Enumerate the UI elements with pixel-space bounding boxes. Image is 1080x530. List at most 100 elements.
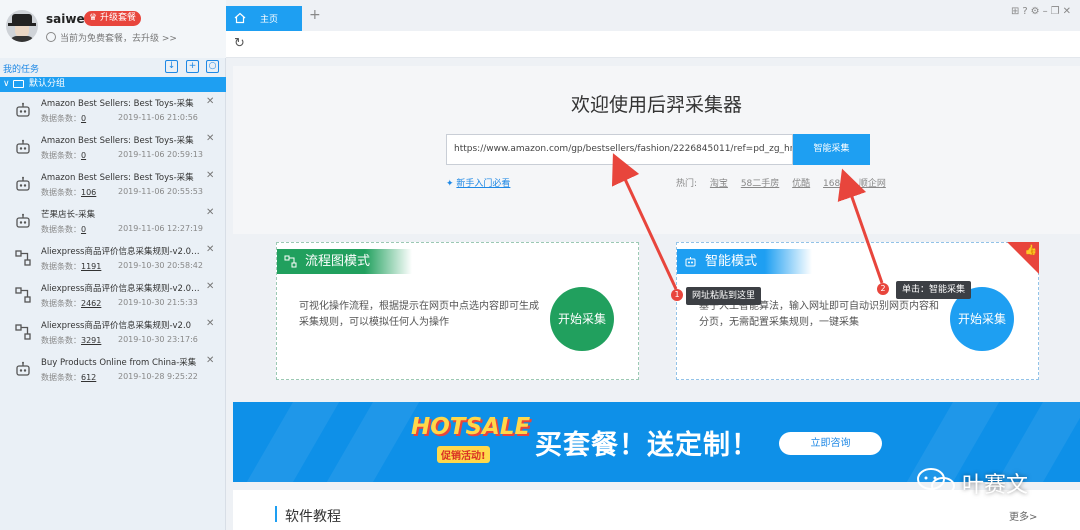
- clock-icon: [46, 32, 56, 42]
- close-icon[interactable]: ✕: [206, 96, 214, 107]
- flowchart-icon: [284, 255, 297, 268]
- close-icon[interactable]: ✕: [206, 170, 214, 181]
- page-title: 欢迎使用后羿采集器: [570, 94, 742, 116]
- task-count: 数据条数：3291: [41, 336, 102, 345]
- hot-link[interactable]: 顺企网: [859, 179, 886, 189]
- task-item[interactable]: Amazon Best Sellers: Best Toys-采集 数据条数：10…: [0, 167, 226, 204]
- chevron-down-icon: ∨: [3, 79, 10, 89]
- robot-icon: [16, 102, 30, 117]
- settings-icon[interactable]: ⚙: [1031, 6, 1043, 17]
- hot-links: 热门: 淘宝 58二手房 优酷 1688 顺企网: [676, 176, 896, 189]
- refresh-icon[interactable]: ↻: [234, 36, 245, 51]
- step-1-tooltip: 网址粘贴到这里: [686, 287, 762, 305]
- close-icon[interactable]: ✕: [1063, 6, 1074, 17]
- home-icon: [234, 12, 246, 24]
- minimize-icon[interactable]: –: [1043, 6, 1051, 17]
- group-default[interactable]: ∨ 默认分组: [0, 77, 226, 92]
- task-item[interactable]: Aliexpress商品评价信息采集规则-v2.0-艾露… 数据条数：1191 20…: [0, 241, 226, 278]
- tab-home[interactable]: 主页: [226, 6, 302, 31]
- hot-link[interactable]: 淘宝: [710, 179, 728, 189]
- smart-mode-title: 智能模式: [705, 254, 758, 269]
- hot-link[interactable]: 1688: [823, 179, 846, 189]
- close-icon[interactable]: ✕: [206, 133, 214, 144]
- close-icon[interactable]: ✕: [206, 244, 214, 255]
- task-date: 2019-10-30 23:17:6: [118, 335, 198, 344]
- smart-mode-tag: 智能模式: [677, 249, 812, 274]
- import-icon[interactable]: ↓: [165, 60, 178, 73]
- new-tab-button[interactable]: +: [309, 7, 321, 23]
- hotsale-sub: 促销活动!: [437, 446, 490, 463]
- task-name: 芒果店长-采集: [41, 210, 96, 220]
- close-icon[interactable]: ✕: [206, 207, 214, 218]
- flow-icon: [15, 324, 31, 340]
- hero-section: 欢迎使用后羿采集器 https://www.amazon.com/gp/best…: [233, 66, 1080, 234]
- task-item[interactable]: Amazon Best Sellers: Best Toys-采集 数据条数：0 2…: [0, 130, 226, 167]
- thumbs-up-icon: 👍: [1024, 245, 1037, 256]
- task-count: 数据条数：106: [41, 188, 97, 197]
- task-item[interactable]: Amazon Best Sellers: Best Toys-采集 数据条数：0 2…: [0, 93, 226, 130]
- hotsale-logo: HOTSALE 促销活动!: [411, 414, 530, 472]
- task-date: 2019-10-28 9:25:22: [118, 372, 198, 381]
- help-icon[interactable]: ?: [1022, 6, 1030, 17]
- folder-icon: [13, 80, 24, 88]
- restore-icon[interactable]: ❐: [1051, 6, 1063, 17]
- task-name: Amazon Best Sellers: Best Toys-采集: [41, 99, 194, 109]
- consult-button[interactable]: 立即咨询: [779, 432, 882, 455]
- close-icon[interactable]: ✕: [206, 281, 214, 292]
- flow-icon: [15, 250, 31, 266]
- close-icon[interactable]: ✕: [206, 318, 214, 329]
- flow-mode-title: 流程图模式: [305, 254, 371, 269]
- newbie-guide-label: 新手入门必看: [456, 179, 511, 189]
- user-panel: saiwen ♛ 升级套餐 当前为免费套餐，去升级 >>: [0, 0, 226, 58]
- robot-icon: [16, 176, 30, 191]
- plan-text: 当前为免费套餐，去升级 >>: [60, 34, 177, 44]
- task-count: 数据条数：1191: [41, 262, 102, 271]
- task-name: Aliexpress商品评价信息采集规则-v2.0-艾露…: [41, 247, 201, 257]
- robot-icon: [685, 257, 696, 267]
- task-date: 2019-11-06 20:55:53: [118, 187, 203, 196]
- task-name: Amazon Best Sellers: Best Toys-采集: [41, 173, 194, 183]
- section-bar: [275, 506, 277, 522]
- wechat-icon: [917, 468, 955, 495]
- task-date: 2019-10-30 21:5:33: [118, 298, 198, 307]
- task-name: Aliexpress商品评价信息采集规则-v2.0: [41, 321, 192, 331]
- hot-link[interactable]: 58二手房: [741, 179, 779, 189]
- avatar[interactable]: [6, 10, 38, 42]
- robot-icon: [16, 139, 30, 154]
- close-icon[interactable]: ✕: [206, 355, 214, 366]
- flow-start-button[interactable]: 开始采集: [550, 287, 614, 351]
- flow-icon: [15, 287, 31, 303]
- hotsale-text: HOTSALE: [411, 414, 531, 440]
- watermark-text: 叶赛文: [962, 473, 1029, 498]
- smart-collect-button[interactable]: 智能采集: [793, 134, 870, 165]
- task-item[interactable]: Aliexpress商品评价信息采集规则-v2.0-副本 数据条数：2462 201…: [0, 278, 226, 315]
- window-controls: ⊞?⚙–❐✕: [1011, 6, 1074, 17]
- upgrade-badge[interactable]: ♛ 升级套餐: [84, 11, 141, 26]
- sidebar: saiwen ♛ 升级套餐 当前为免费套餐，去升级 >> 我的任务 ↓ + ○ …: [0, 0, 226, 530]
- url-input[interactable]: https://www.amazon.com/gp/bestsellers/fa…: [446, 134, 793, 165]
- task-date: 2019-11-06 20:59:13: [118, 150, 203, 159]
- plan-link[interactable]: 当前为免费套餐，去升级 >>: [46, 31, 177, 44]
- watermark: 叶赛文: [916, 463, 1066, 499]
- task-date: 2019-11-06 21:0:56: [118, 113, 198, 122]
- tab-bar: 主页 + ⊞?⚙–❐✕: [226, 0, 1080, 31]
- more-link[interactable]: 更多>: [1009, 508, 1037, 523]
- task-item[interactable]: 芒果店长-采集 数据条数：0 2019-11-06 12:27:19 ✕: [0, 204, 226, 241]
- task-item[interactable]: Aliexpress商品评价信息采集规则-v2.0 数据条数：3291 2019-1…: [0, 315, 226, 352]
- task-count: 数据条数：0: [41, 114, 87, 123]
- smart-mode-card: 👍 智能模式 基于人工智能算法，输入网址即可自动识别网页内容和分页，无需配置采集…: [676, 242, 1039, 380]
- tab-home-label: 主页: [260, 15, 279, 25]
- gift-icon[interactable]: ⊞: [1011, 6, 1022, 17]
- add-task-icon[interactable]: +: [186, 60, 199, 73]
- address-bar: ↻: [226, 31, 1080, 58]
- newbie-guide-link[interactable]: ✦ 新手入门必看: [446, 176, 510, 189]
- search-task-icon[interactable]: ○: [206, 60, 219, 73]
- task-item[interactable]: Buy Products Online from China-采集 数据条数：61…: [0, 352, 226, 389]
- task-name: Amazon Best Sellers: Best Toys-采集: [41, 136, 194, 146]
- task-date: 2019-11-06 12:27:19: [118, 224, 203, 233]
- task-count: 数据条数：612: [41, 373, 97, 382]
- task-count: 数据条数：0: [41, 151, 87, 160]
- hot-link[interactable]: 优酷: [792, 179, 810, 189]
- flow-mode-card: 流程图模式 可视化操作流程，根据提示在网页中点选内容即可生成采集规则，可以模拟任…: [276, 242, 639, 380]
- flow-mode-tag: 流程图模式: [277, 249, 412, 274]
